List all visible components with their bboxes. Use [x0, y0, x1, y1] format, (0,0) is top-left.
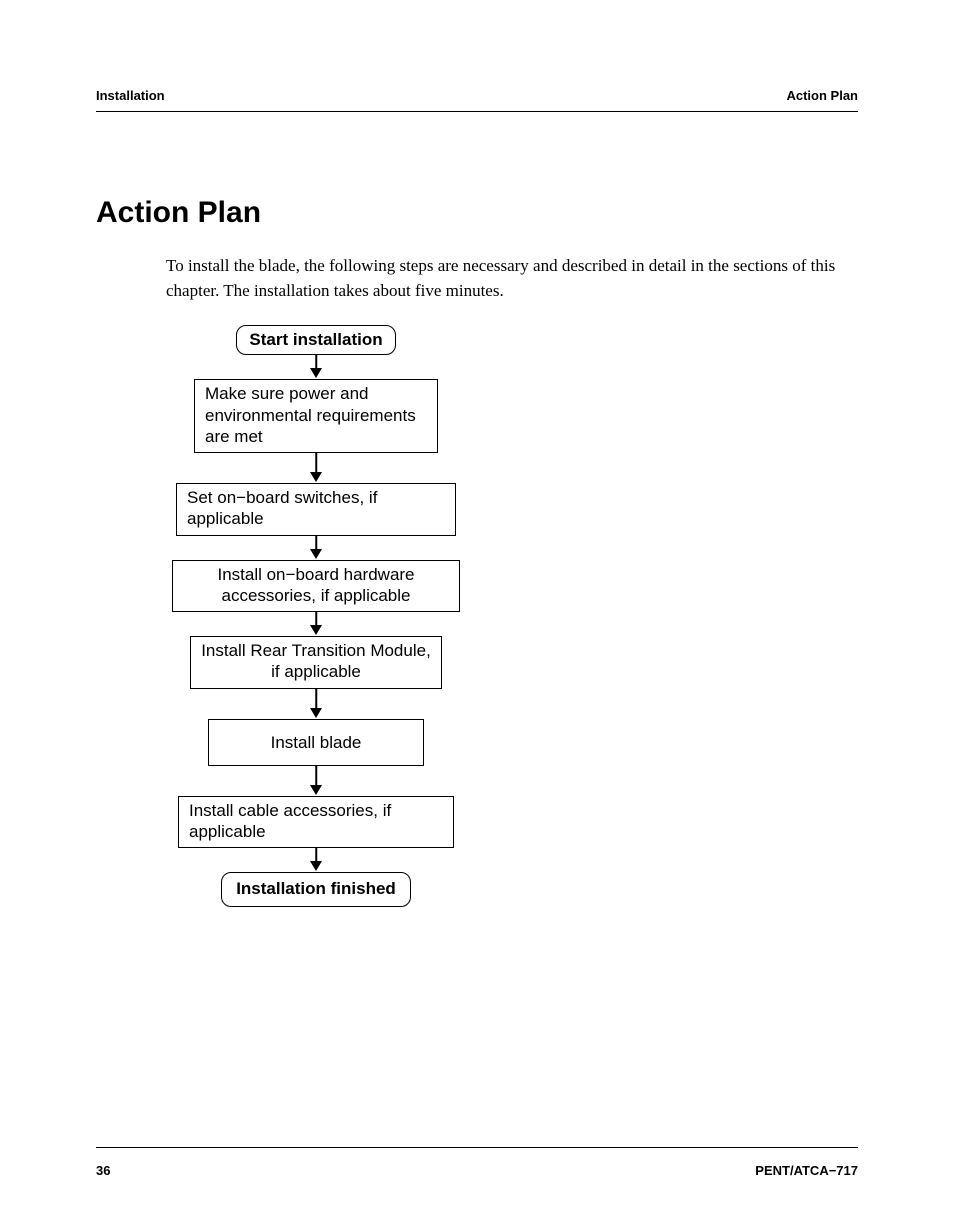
running-footer: 36 PENT/ATCA−717 [96, 1163, 858, 1178]
flow-step-install-blade: Install blade [208, 719, 424, 766]
footer-rule [96, 1147, 858, 1148]
flow-step-switches: Set on−board switches, if applicable [176, 483, 456, 536]
arrow-icon [309, 612, 323, 636]
arrow-icon [309, 766, 323, 796]
running-header: Installation Action Plan [96, 88, 858, 112]
flowchart: Start installation Make sure power and e… [166, 325, 466, 906]
arrow-icon [309, 848, 323, 872]
section-title: Action Plan [96, 196, 858, 230]
arrow-icon [309, 689, 323, 719]
arrow-icon [309, 536, 323, 560]
flow-step-cable-accessories: Install cable accessories, if applicable [178, 796, 454, 849]
flow-step-requirements: Make sure power and environmental requir… [194, 379, 438, 453]
flow-step-hardware-accessories: Install on−board hardware accessories, i… [172, 560, 460, 613]
flow-step-rear-transition: Install Rear Transition Module, if appli… [190, 636, 442, 689]
header-left: Installation [96, 88, 165, 103]
page-number: 36 [96, 1163, 110, 1178]
doc-id: PENT/ATCA−717 [755, 1163, 858, 1178]
arrow-icon [309, 355, 323, 379]
header-right: Action Plan [786, 88, 858, 103]
flow-start: Start installation [236, 325, 395, 355]
flow-end: Installation finished [221, 872, 411, 906]
arrow-icon [309, 453, 323, 483]
intro-paragraph: To install the blade, the following step… [166, 254, 846, 303]
